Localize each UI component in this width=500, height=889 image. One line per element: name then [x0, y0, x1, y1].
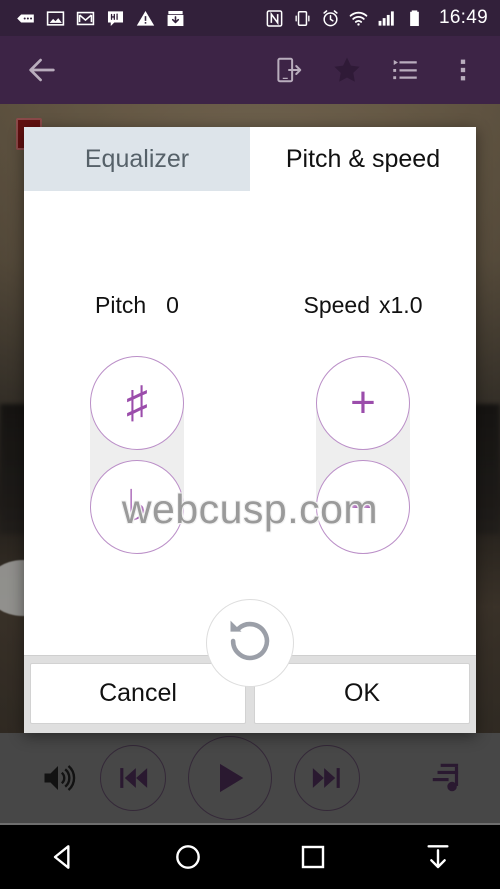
pitch-flat-button[interactable]: ♭: [90, 460, 184, 554]
hike-icon: [106, 9, 125, 28]
speed-value: x1.0: [379, 292, 423, 318]
app-toolbar: [0, 36, 500, 104]
status-bar-notifications: [16, 9, 185, 28]
pitch-sharp-button[interactable]: ♯: [90, 356, 184, 450]
tab-equalizer-label: Equalizer: [84, 144, 190, 173]
status-bar: 16:49: [0, 0, 500, 36]
speed-decrease-button[interactable]: −: [316, 460, 410, 554]
pitch-stepper: ♯ ♭: [90, 356, 184, 554]
system-navigation-bar: [0, 823, 500, 889]
signal-icon: [377, 9, 396, 28]
playlist-queue-icon[interactable]: [388, 53, 422, 87]
pitch-readout: Pitch 0: [24, 292, 250, 319]
minus-icon: −: [350, 482, 376, 531]
reset-button[interactable]: [206, 599, 294, 687]
speed-increase-button[interactable]: +: [316, 356, 410, 450]
status-bar-system: 16:49: [265, 7, 488, 29]
pitch-label: Pitch: [95, 292, 147, 318]
overflow-menu-icon[interactable]: [446, 53, 480, 87]
hide-navbar-down-icon[interactable]: [411, 834, 465, 880]
warning-icon: [136, 9, 155, 28]
flat-icon: ♭: [126, 482, 148, 531]
speed-readout: Speed x1.0: [250, 292, 476, 319]
reset-row: [24, 599, 476, 687]
toolbar-actions: [272, 53, 480, 87]
reset-rotate-ccw-icon: [224, 615, 276, 672]
favorite-star-icon[interactable]: [330, 53, 364, 87]
battery-icon: [405, 9, 424, 28]
download-manager-icon: [166, 9, 185, 28]
home-circle-icon[interactable]: [161, 834, 215, 880]
tab-pitch-and-speed-label: Pitch & speed: [285, 144, 441, 173]
gallery-icon: [46, 9, 65, 28]
pitch-speed-dialog: Equalizer Pitch & speed Pitch 0 Speed x1…: [24, 127, 476, 733]
back-triangle-icon[interactable]: [36, 834, 90, 880]
dialog-tabs: Equalizer Pitch & speed: [24, 127, 476, 191]
tab-equalizer[interactable]: Equalizer: [24, 127, 250, 191]
vibrate-icon: [293, 9, 312, 28]
messaging-icon: [16, 9, 35, 28]
speed-stepper: + −: [316, 356, 410, 554]
nfc-icon: [265, 9, 284, 28]
arrow-left-icon[interactable]: [22, 50, 62, 90]
plus-icon: +: [350, 378, 376, 427]
cast-to-device-icon[interactable]: [272, 53, 306, 87]
phone-screen: ♫: [0, 0, 500, 889]
wifi-icon: [349, 9, 368, 28]
recents-square-icon[interactable]: [286, 834, 340, 880]
tab-pitch-and-speed[interactable]: Pitch & speed: [250, 127, 476, 191]
pitch-value: 0: [166, 292, 179, 318]
status-bar-clock: 16:49: [438, 7, 488, 28]
dialog-body: Pitch 0 Speed x1.0 ♯ ♭ + − webcusp.com: [24, 191, 476, 687]
value-readouts: Pitch 0 Speed x1.0: [24, 292, 476, 319]
stepper-controls: ♯ ♭ + −: [24, 356, 476, 554]
alarm-icon: [321, 9, 340, 28]
sharp-icon: ♯: [126, 378, 148, 427]
speed-label: Speed: [303, 292, 371, 318]
gmail-icon: [76, 9, 95, 28]
